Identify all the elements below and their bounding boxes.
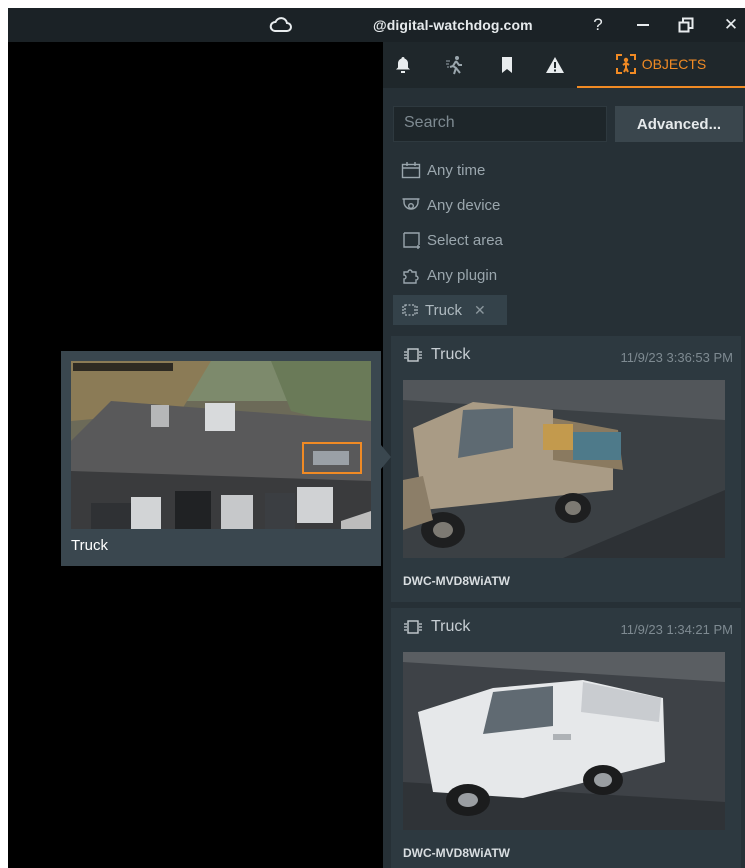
filter-plugin[interactable]: Any plugin xyxy=(401,262,497,288)
chip-label: Truck xyxy=(425,301,462,319)
preview-tooltip-arrow xyxy=(381,445,391,469)
card-header: Truck xyxy=(403,618,470,636)
warning-icon xyxy=(545,56,565,74)
object-chip-icon xyxy=(403,618,423,636)
tab-bookmarks[interactable] xyxy=(487,42,527,88)
camera-dome-icon xyxy=(401,196,421,214)
object-detection-icon xyxy=(615,54,636,74)
card-thumbnail[interactable] xyxy=(403,652,725,830)
search-input[interactable]: Search xyxy=(393,106,607,142)
tab-objects-label: OBJECTS xyxy=(641,56,707,72)
result-card[interactable]: Truck 11/9/23 1:34:21 PM DWC-MVD8WiATW xyxy=(391,608,741,868)
user-account-label[interactable]: @digital-watchdog.com xyxy=(373,17,533,33)
filter-plugin-label: Any plugin xyxy=(427,266,498,284)
filter-time[interactable]: Any time xyxy=(401,157,485,183)
chip-remove-icon[interactable]: ✕ xyxy=(474,302,486,319)
filter-chip-truck[interactable]: Truck ✕ xyxy=(393,295,507,325)
tab-events[interactable] xyxy=(535,42,575,88)
card-thumbnail[interactable] xyxy=(403,380,725,558)
filter-device-label: Any device xyxy=(427,196,501,214)
minimize-icon[interactable] xyxy=(628,12,658,38)
bookmark-icon xyxy=(500,56,514,74)
card-camera-name: DWC-MVD8WiATW xyxy=(403,574,510,588)
results-list: Truck 11/9/23 3:36:53 PM DWC-MVD8WiATW T… xyxy=(391,336,745,868)
title-bar: @digital-watchdog.com ? ✕ xyxy=(8,8,745,42)
tab-objects[interactable]: OBJECTS xyxy=(577,42,745,88)
right-panel: OBJECTS Search Advanced... Any time Any … xyxy=(383,42,745,868)
tab-motion[interactable] xyxy=(435,42,475,88)
card-object-type: Truck xyxy=(431,618,471,635)
advanced-button[interactable]: Advanced... xyxy=(615,106,743,142)
tab-notifications[interactable] xyxy=(383,42,423,88)
preview-thumbnail xyxy=(71,361,371,529)
calendar-icon xyxy=(401,161,421,179)
card-header: Truck xyxy=(403,346,470,364)
preview-label: Truck xyxy=(71,537,108,554)
preview-tooltip: Truck xyxy=(61,351,381,566)
app-window: @digital-watchdog.com ? ✕ OBJECTS Search… xyxy=(8,8,745,868)
panel-tabs: OBJECTS xyxy=(383,42,745,88)
card-object-type: Truck xyxy=(431,346,471,363)
filter-time-label: Any time xyxy=(427,161,486,179)
filter-area[interactable]: Select area xyxy=(401,227,503,253)
bell-icon xyxy=(394,56,412,74)
puzzle-icon xyxy=(401,266,421,284)
result-card[interactable]: Truck 11/9/23 3:36:53 PM DWC-MVD8WiATW xyxy=(391,336,741,602)
card-camera-name: DWC-MVD8WiATW xyxy=(403,846,510,860)
filter-area-label: Select area xyxy=(427,231,503,249)
restore-window-icon[interactable] xyxy=(671,12,701,38)
cloud-icon[interactable] xyxy=(268,14,294,36)
select-area-icon xyxy=(401,231,421,249)
card-timestamp: 11/9/23 1:34:21 PM xyxy=(620,622,733,637)
filter-device[interactable]: Any device xyxy=(401,192,500,218)
chip-object-icon xyxy=(401,302,419,318)
help-button[interactable]: ? xyxy=(583,12,613,38)
close-button[interactable]: ✕ xyxy=(716,12,745,38)
card-timestamp: 11/9/23 3:36:53 PM xyxy=(620,350,733,365)
motion-icon xyxy=(445,55,465,75)
object-chip-icon xyxy=(403,346,423,364)
